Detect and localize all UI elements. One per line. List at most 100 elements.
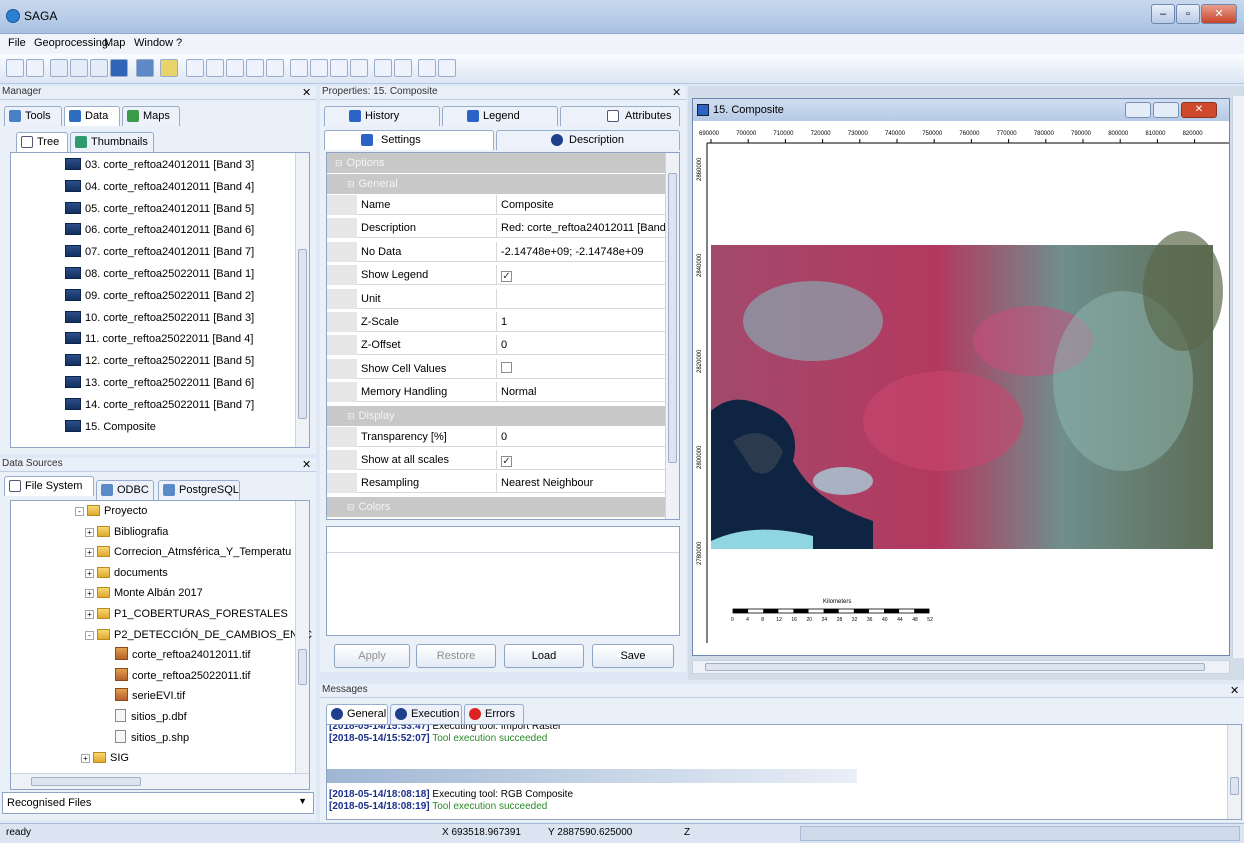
section-general[interactable]: ⊟ General	[327, 174, 679, 194]
tab-maps[interactable]: Maps	[122, 106, 180, 126]
file-tree-item[interactable]: corte_reftoa24012011.tif	[115, 645, 250, 665]
expand-icon[interactable]: +	[85, 548, 94, 558]
tab-errors[interactable]: Errors	[464, 704, 524, 724]
menu-map[interactable]: Map	[104, 37, 125, 49]
collapse-icon[interactable]: -	[85, 630, 94, 640]
tab-execution[interactable]: Execution	[390, 704, 462, 724]
checkbox[interactable]: ✓	[501, 456, 512, 467]
map-restore-icon[interactable]	[1153, 102, 1179, 118]
zoom-in-icon[interactable]	[186, 59, 204, 77]
menu-geoprocessing[interactable]: Geoprocessing	[34, 37, 108, 49]
file-tree-hscrollbar[interactable]	[11, 773, 309, 789]
property-row[interactable]: Transparency [%] 0	[327, 426, 679, 447]
property-row[interactable]: Name Composite	[327, 195, 679, 215]
manager-tree-item[interactable]: 15. Composite	[65, 417, 156, 437]
checkbox[interactable]: ✓	[501, 271, 512, 283]
pan-icon[interactable]	[330, 59, 348, 77]
manager-tree-item[interactable]: 06. corte_reftoa24012011 [Band 6]	[65, 220, 254, 240]
expand-icon[interactable]: +	[85, 589, 94, 599]
manager-tree-item[interactable]: 14. corte_reftoa25022011 [Band 7]	[65, 395, 254, 415]
file-tree-item[interactable]: + documents	[85, 563, 168, 583]
info-icon[interactable]	[110, 59, 128, 77]
tab-file-system[interactable]: File System	[4, 476, 94, 496]
properties-close-icon[interactable]: ✕	[672, 86, 681, 99]
property-row[interactable]: Show Cell Values	[327, 358, 679, 379]
file-filter-select[interactable]: Recognised Files ▼	[2, 792, 314, 814]
restore-button[interactable]: Restore	[416, 644, 496, 668]
tab-legend[interactable]: Legend	[442, 106, 558, 126]
print-preview-icon[interactable]	[246, 59, 264, 77]
file-tree-item[interactable]: + Monte Albán 2017	[85, 583, 203, 603]
expand-icon[interactable]: +	[85, 568, 94, 578]
tools-icon[interactable]	[136, 59, 154, 77]
maximize-icon[interactable]: ▫	[1176, 4, 1200, 24]
manager-tree-item[interactable]: 05. corte_reftoa24012011 [Band 5]	[65, 199, 254, 219]
messages-scrollbar[interactable]	[1227, 725, 1241, 819]
tab-history[interactable]: History	[324, 106, 440, 126]
manager-tree-item[interactable]: 10. corte_reftoa25022011 [Band 3]	[65, 308, 254, 328]
property-row[interactable]: Unit	[327, 288, 679, 309]
menu-help[interactable]: ?	[176, 37, 182, 49]
expand-icon[interactable]: +	[85, 527, 94, 537]
tab-general[interactable]: General	[326, 704, 388, 724]
messages-close-icon[interactable]: ✕	[1230, 684, 1239, 697]
checkbox[interactable]	[501, 361, 512, 373]
manager-tree-item[interactable]: 08. corte_reftoa25022011 [Band 1]	[65, 264, 254, 284]
tab-attributes[interactable]: Attributes	[560, 106, 680, 126]
layer-icon[interactable]	[266, 59, 284, 77]
property-row[interactable]: Memory Handling Normal	[327, 382, 679, 403]
file-tree-item[interactable]: sitios_p.shp	[115, 728, 189, 748]
property-row[interactable]: Resampling Nearest Neighbour	[327, 473, 679, 494]
tab-tools[interactable]: Tools	[4, 106, 62, 126]
save-icon[interactable]	[26, 59, 44, 77]
file-tree-item[interactable]: corte_reftoa25022011.tif	[115, 666, 250, 686]
map-minimize-icon[interactable]	[1125, 102, 1151, 118]
tab-tree[interactable]: Tree	[16, 132, 68, 152]
minimize-icon[interactable]: –	[1151, 4, 1175, 24]
section-colors[interactable]: ⊟ Colors	[327, 496, 679, 517]
edit-icon[interactable]	[438, 59, 456, 77]
expand-icon[interactable]: +	[81, 754, 90, 764]
file-tree-item[interactable]: + SIG	[81, 748, 129, 768]
map-canvas[interactable]: 690000 700000 710000 720000 730000 740000 7500…	[693, 121, 1229, 655]
file-tree-scroll-thumb[interactable]	[298, 649, 307, 685]
menu-file[interactable]: File	[8, 37, 26, 49]
3d-view-icon[interactable]	[374, 59, 392, 77]
settings-scrollbar[interactable]	[665, 153, 679, 519]
manager-tree-item[interactable]: 07. corte_reftoa24012011 [Band 7]	[65, 242, 254, 262]
manager-tree-item[interactable]: 03. corte_reftoa24012011 [Band 3]	[65, 155, 254, 175]
map-close-icon[interactable]: ✕	[1181, 102, 1217, 118]
manager-tree-item[interactable]: 09. corte_reftoa25022011 [Band 2]	[65, 286, 254, 306]
measure-icon[interactable]	[350, 59, 368, 77]
frame-icon[interactable]	[50, 59, 68, 77]
property-row[interactable]: Description Red: corte_reftoa24012011 [Ba…	[327, 218, 679, 239]
tab-thumbnails[interactable]: Thumbnails	[70, 132, 154, 152]
map-hscroll-thumb[interactable]	[705, 663, 1205, 671]
property-row[interactable]: No Data -2.14748e+09; -2.14748e+09	[327, 241, 679, 262]
tab-settings[interactable]: Settings	[324, 130, 494, 150]
help-icon[interactable]	[160, 59, 178, 77]
load-button[interactable]: Load	[504, 644, 584, 668]
property-row[interactable]: Z-Offset 0	[327, 335, 679, 356]
frame2-icon[interactable]	[70, 59, 88, 77]
tab-odbc[interactable]: ODBC	[96, 480, 154, 500]
manager-tree-item[interactable]: 04. corte_reftoa24012011 [Band 4]	[65, 177, 254, 197]
tab-postgresql[interactable]: PostgreSQL	[158, 480, 240, 500]
file-tree-item[interactable]: + P1_COBERTURAS_FORESTALES	[85, 604, 288, 624]
map-vscrollbar[interactable]	[1232, 96, 1244, 658]
file-tree-item[interactable]: - P2_DETECCIÓN_DE_CAMBIOS_EN_C	[85, 625, 312, 645]
file-tree-item[interactable]: sitios_p.dbf	[115, 707, 187, 727]
section-display[interactable]: ⊟ Display	[327, 405, 679, 426]
manager-tree-item[interactable]: 12. corte_reftoa25022011 [Band 5]	[65, 351, 254, 371]
expand-icon[interactable]: +	[85, 610, 94, 619]
tab-data[interactable]: Data	[64, 106, 120, 126]
file-tree-item[interactable]: - Proyecto	[75, 501, 147, 521]
settings-scroll-thumb[interactable]	[668, 173, 677, 463]
manager-scroll-thumb[interactable]	[298, 249, 307, 419]
collapse-icon[interactable]: -	[75, 507, 84, 516]
manager-close-icon[interactable]: ✕	[302, 86, 311, 99]
file-tree-item[interactable]: serieEVI.tif	[115, 686, 185, 706]
histogram-icon[interactable]	[394, 59, 412, 77]
apply-button[interactable]: Apply	[334, 644, 410, 668]
map-hscrollbar[interactable]	[692, 660, 1230, 674]
